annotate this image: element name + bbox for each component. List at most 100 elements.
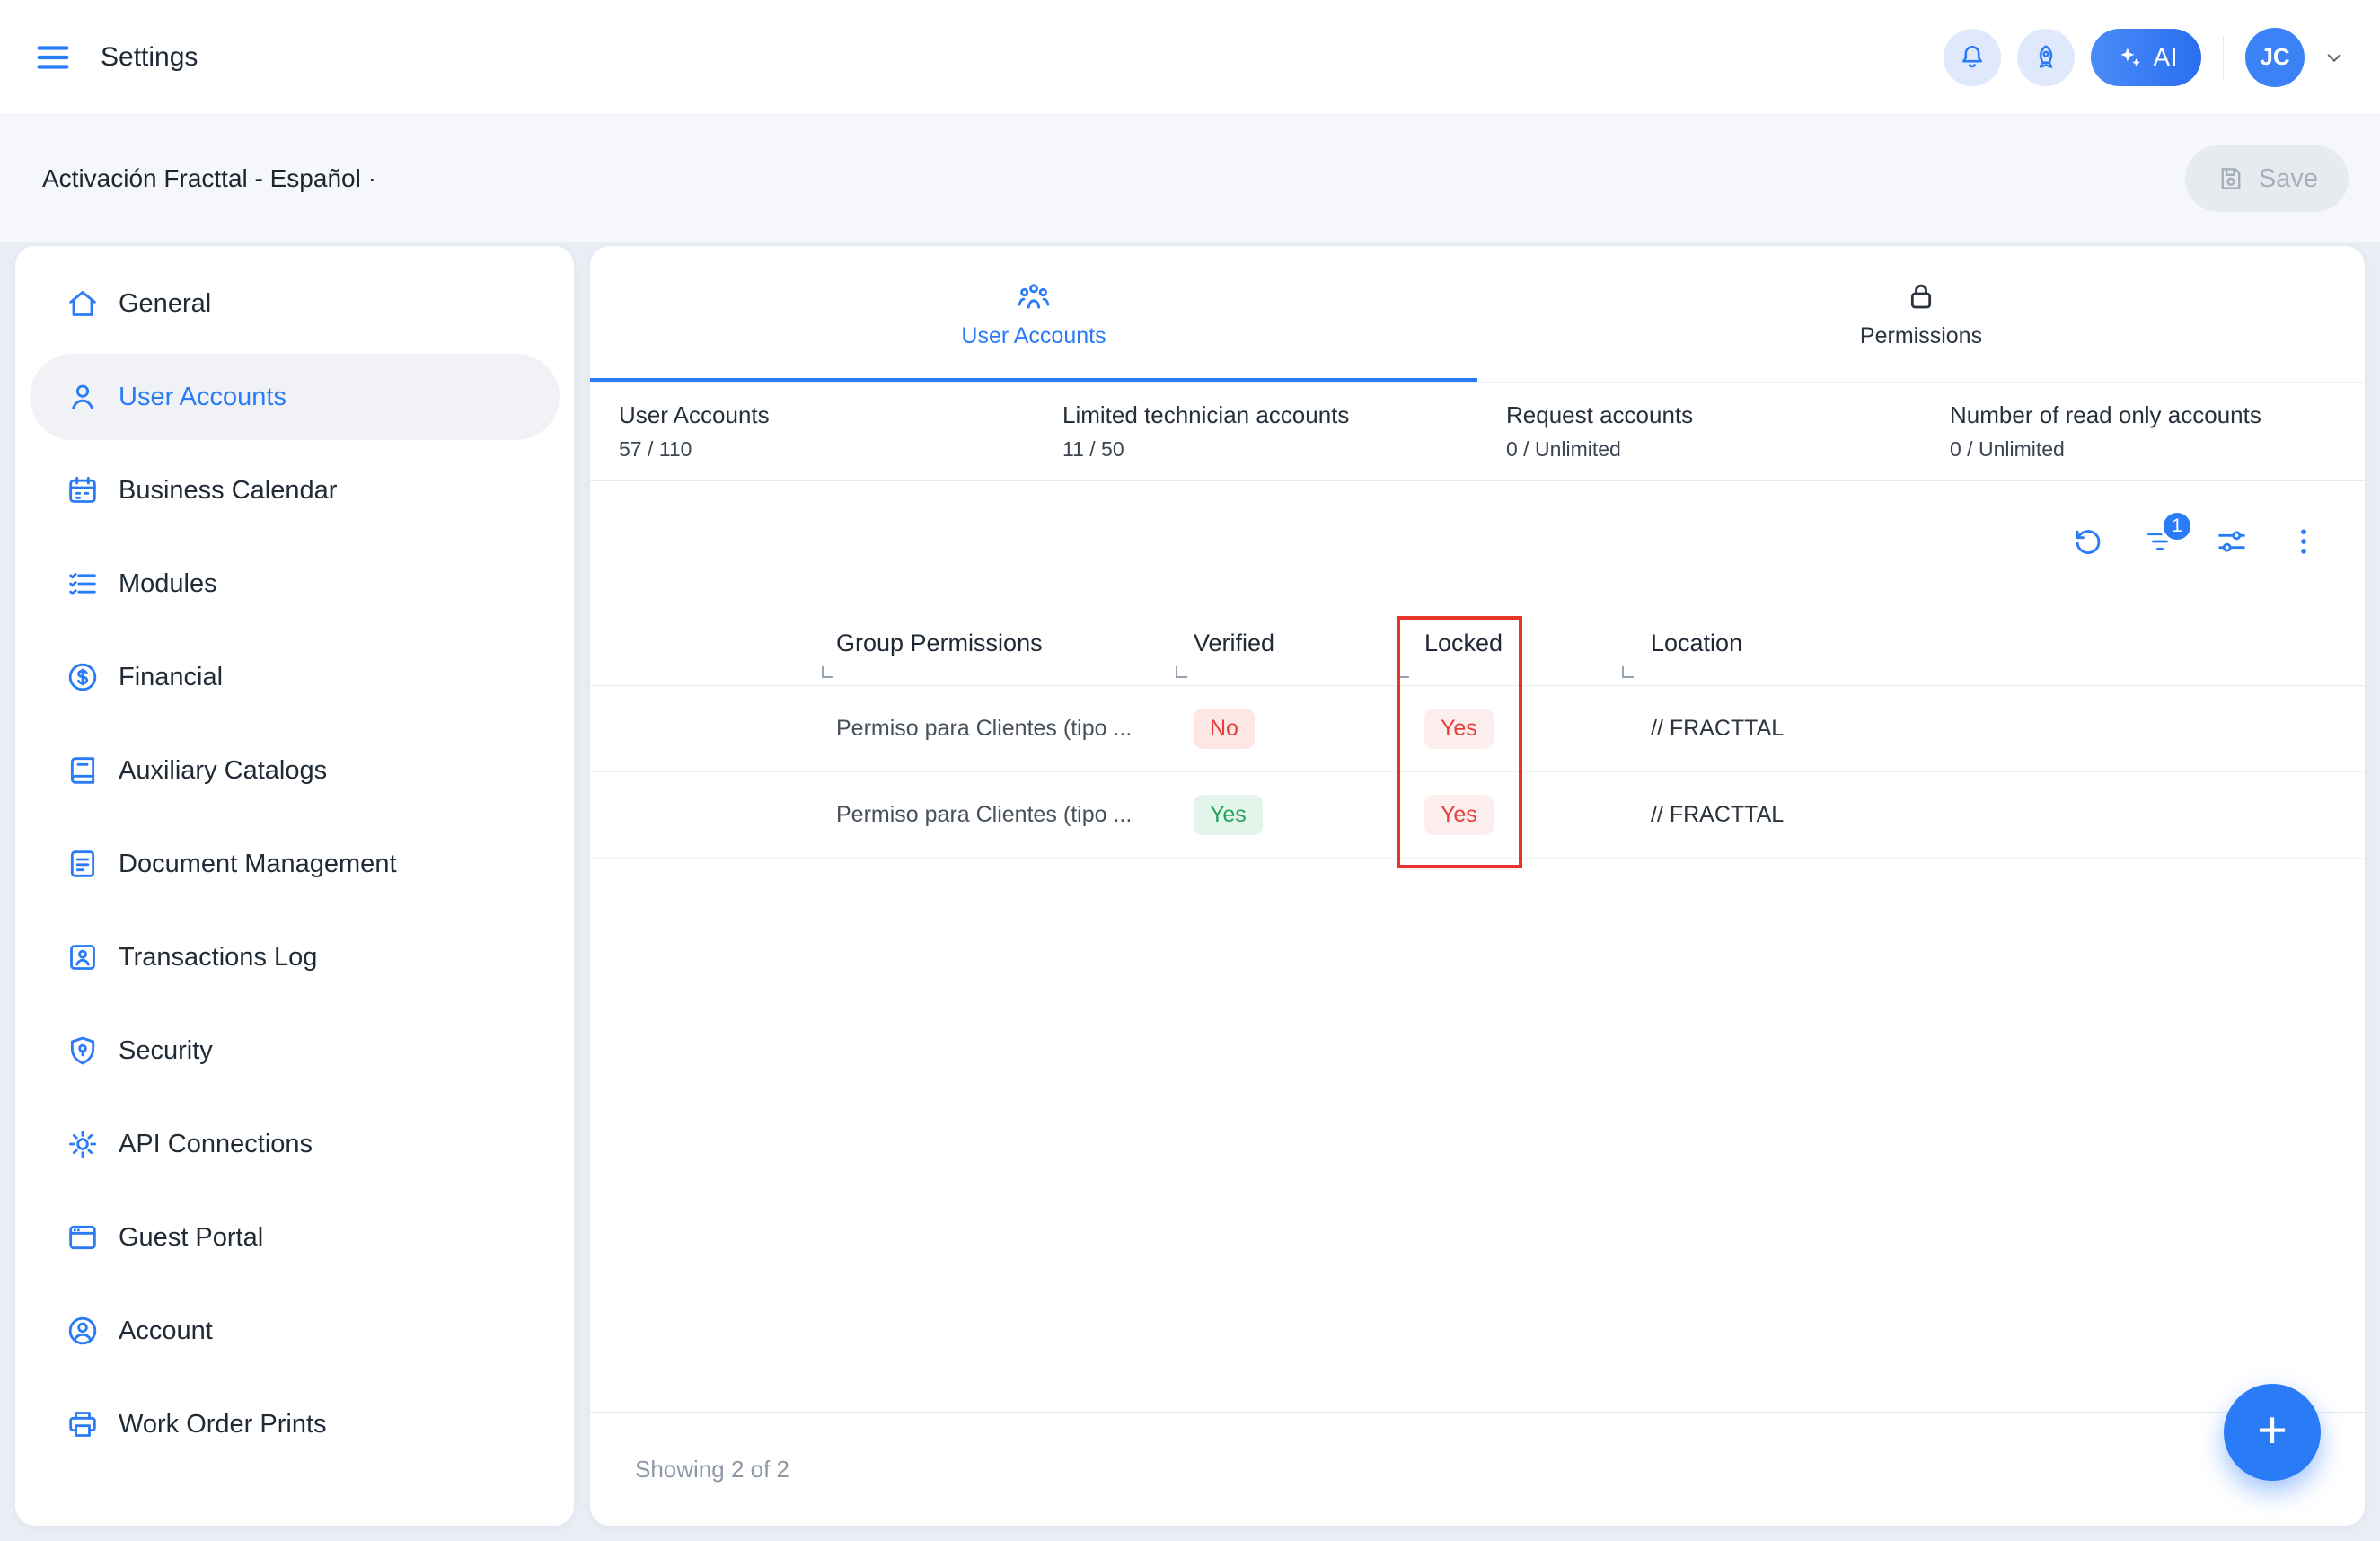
cell-group-permissions: Permiso para Clientes (tipo ...: [822, 716, 1176, 742]
save-button[interactable]: Save: [2185, 145, 2349, 212]
home-icon: [65, 286, 101, 321]
sidebar-item-label: Security: [119, 1036, 213, 1066]
column-location[interactable]: Location: [1622, 601, 2365, 685]
add-user-button[interactable]: +: [2224, 1384, 2321, 1481]
topbar-divider: [2223, 36, 2224, 79]
sidebar-item-guest-portal[interactable]: Guest Portal: [30, 1194, 560, 1281]
sidebar-item-transactions-log[interactable]: Transactions Log: [30, 914, 560, 1000]
column-locked[interactable]: Locked: [1397, 601, 1622, 685]
menu-icon[interactable]: [32, 37, 74, 78]
column-verified[interactable]: Verified: [1176, 601, 1397, 685]
locked-badge: Yes: [1424, 709, 1494, 749]
table-toolbar: 1: [590, 481, 2365, 601]
printer-icon: [65, 1406, 101, 1442]
sidebar-item-label: Financial: [119, 663, 223, 692]
stat-label: Number of read only accounts: [1950, 401, 2365, 429]
shield-icon: [65, 1033, 101, 1069]
user-circle-icon: [65, 1313, 101, 1349]
stat-value: 0 / Unlimited: [1506, 437, 1921, 462]
table-row[interactable]: Permiso para Clientes (tipo ... No Yes /…: [590, 686, 2365, 772]
group-icon: [1016, 278, 1052, 314]
history-icon: [2070, 524, 2106, 559]
cell-location: // FRACTTAL: [1622, 716, 2365, 742]
sidebar-item-user-accounts[interactable]: User Accounts: [30, 354, 560, 440]
column-group-permissions[interactable]: Group Permissions: [822, 601, 1176, 685]
cell-location: // FRACTTAL: [1622, 802, 2365, 828]
ai-label: AI: [2154, 43, 2178, 72]
save-label: Save: [2259, 164, 2318, 194]
sidebar-item-account[interactable]: Account: [30, 1288, 560, 1374]
sidebar-item-label: User Accounts: [119, 383, 286, 412]
bell-icon: [1956, 41, 1988, 74]
sidebar-item-label: Document Management: [119, 850, 397, 879]
document-icon: [65, 846, 101, 882]
more-options-button[interactable]: [2286, 524, 2322, 559]
plus-icon: +: [2257, 1405, 2287, 1457]
sidebar-item-label: Business Calendar: [119, 476, 337, 506]
locked-badge: Yes: [1424, 795, 1494, 835]
topbar-actions: AI JC: [1944, 28, 2348, 87]
sidebar-item-auxiliary-catalogs[interactable]: Auxiliary Catalogs: [30, 727, 560, 814]
sidebar-item-label: Transactions Log: [119, 943, 317, 973]
lock-icon: [1903, 278, 1939, 314]
sidebar-item-financial[interactable]: Financial: [30, 634, 560, 720]
user-accounts-panel: User Accounts Permissions User Accounts …: [590, 246, 2365, 1526]
sidebar-item-label: Work Order Prints: [119, 1410, 327, 1440]
notifications-button[interactable]: [1944, 29, 2001, 86]
sidebar-item-api-connections[interactable]: API Connections: [30, 1101, 560, 1187]
stat-request-accounts: Request accounts 0 / Unlimited: [1477, 401, 1921, 462]
launcher-button[interactable]: [2017, 29, 2075, 86]
tab-label: Permissions: [1860, 323, 1982, 349]
sidebar-item-label: Account: [119, 1316, 213, 1346]
rocket-icon: [2030, 41, 2062, 74]
save-icon: [2216, 163, 2246, 194]
save-bar: Activación Fracttal - Español · Save: [0, 114, 2380, 242]
stat-value: 0 / Unlimited: [1950, 437, 2365, 462]
avatar[interactable]: JC: [2245, 28, 2305, 87]
person-card-icon: [65, 939, 101, 975]
company-title: Activación Fracttal - Español ·: [42, 164, 376, 193]
tab-user-accounts[interactable]: User Accounts: [590, 246, 1477, 382]
sidebar-item-label: API Connections: [119, 1130, 313, 1159]
table-row[interactable]: Permiso para Clientes (tipo ... Yes Yes …: [590, 772, 2365, 859]
sidebar-item-work-order-prints[interactable]: Work Order Prints: [30, 1381, 560, 1467]
sidebar-item-security[interactable]: Security: [30, 1008, 560, 1094]
sidebar-item-label: Modules: [119, 569, 217, 599]
page-title: Settings: [101, 42, 198, 73]
content-area: General User Accounts Business Calendar …: [15, 246, 2365, 1526]
sidebar-item-business-calendar[interactable]: Business Calendar: [30, 447, 560, 533]
sidebar-item-document-management[interactable]: Document Management: [30, 821, 560, 907]
top-bar: Settings AI JC: [0, 0, 2380, 114]
checklist-icon: [65, 566, 101, 602]
browser-icon: [65, 1220, 101, 1255]
dollar-circle-icon: [65, 659, 101, 695]
tune-icon: [2214, 524, 2250, 559]
stat-limited-technician: Limited technician accounts 11 / 50: [1034, 401, 1477, 462]
sidebar-item-general[interactable]: General: [30, 260, 560, 347]
table-footer: Showing 2 of 2: [590, 1412, 2365, 1526]
stat-label: Limited technician accounts: [1062, 401, 1477, 429]
calendar-icon: [65, 472, 101, 508]
stat-label: Request accounts: [1506, 401, 1921, 429]
user-icon: [65, 379, 101, 415]
stat-value: 11 / 50: [1062, 437, 1477, 462]
chevron-down-icon[interactable]: [2321, 44, 2348, 71]
refresh-button[interactable]: [2070, 524, 2106, 559]
columns-settings-button[interactable]: [2214, 524, 2250, 559]
stat-value: 57 / 110: [619, 437, 1034, 462]
ai-assistant-button[interactable]: AI: [2091, 29, 2201, 86]
table-header: Group Permissions Verified Locked Locati…: [590, 601, 2365, 686]
sidebar-item-label: Auxiliary Catalogs: [119, 756, 327, 786]
tab-bar: User Accounts Permissions: [590, 246, 2365, 383]
sidebar-item-label: General: [119, 289, 211, 319]
gear-icon: [65, 1126, 101, 1162]
showing-count: Showing 2 of 2: [635, 1456, 789, 1484]
filter-button[interactable]: 1: [2142, 524, 2178, 559]
verified-badge: No: [1194, 709, 1255, 749]
settings-sidebar: General User Accounts Business Calendar …: [15, 246, 574, 1526]
sidebar-item-label: Guest Portal: [119, 1223, 263, 1253]
sidebar-item-modules[interactable]: Modules: [30, 541, 560, 627]
tab-permissions[interactable]: Permissions: [1477, 246, 2365, 382]
stat-read-only-accounts: Number of read only accounts 0 / Unlimit…: [1921, 401, 2365, 462]
stat-user-accounts: User Accounts 57 / 110: [590, 401, 1034, 462]
